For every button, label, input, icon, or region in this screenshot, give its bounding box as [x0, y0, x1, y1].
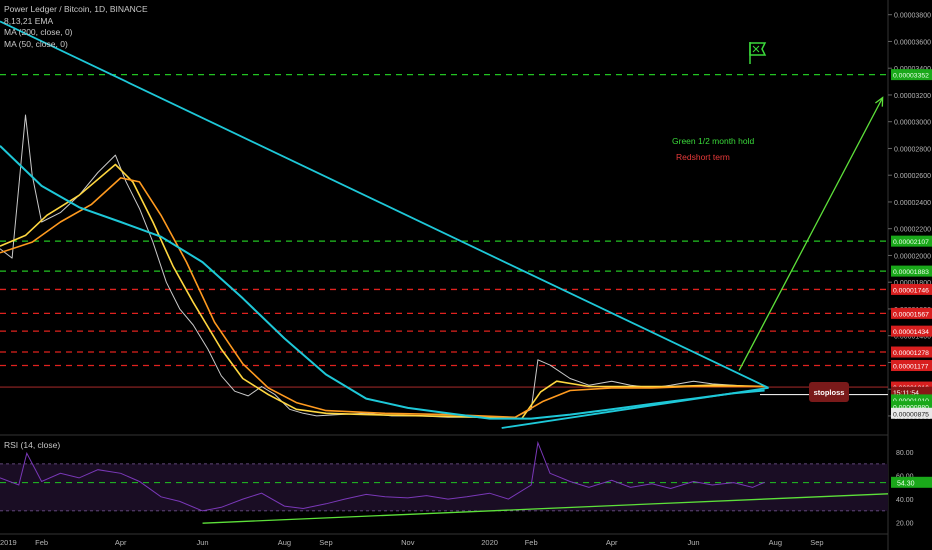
price-tick-label: 0.00002000: [894, 253, 931, 260]
ema-line: [0, 177, 765, 419]
time-tick-label: Nov: [401, 538, 415, 547]
red-level-tag: 0.00001434: [891, 325, 932, 337]
price-tick-label: 0.00002800: [894, 146, 931, 153]
flag-pattern: [752, 45, 760, 53]
red-level-tag-text: 0.00001434: [893, 329, 929, 336]
red-level-tag-text: 0.00001177: [893, 364, 929, 371]
rsi-tick-label: 80.00: [896, 450, 914, 457]
time-tick-label: Sep: [810, 538, 823, 547]
overlay-layer: Green 1/2 month hold Redshort term stoplos…: [0, 20, 884, 429]
time-tick-label: Sep: [319, 538, 332, 547]
red-level-tag: 0.00001278: [891, 346, 932, 358]
rsi-value-tag: 54.30: [891, 476, 932, 488]
chart-svg[interactable]: Green 1/2 month hold Redshort term stoplos…: [0, 0, 932, 550]
stoploss-label: stoploss: [809, 382, 849, 402]
stoploss-value-tag: 0.00000875: [891, 407, 932, 419]
price-axis: 0.000038000.000036000.000034000.00003200…: [888, 13, 932, 421]
descending-trendline: [0, 20, 770, 389]
green-level-tag-text: 0.00003352: [893, 73, 929, 80]
price-line: [0, 114, 765, 420]
time-tick-label: Feb: [525, 538, 538, 547]
chart-window: Green 1/2 month hold Redshort term stoplos…: [0, 0, 932, 550]
green-hold-note: Green 1/2 month hold: [672, 136, 754, 146]
rsi-band: [0, 463, 888, 511]
stoploss-label-text: stoploss: [814, 388, 845, 397]
time-axis: 2019 Feb Apr Jun Aug Sep Nov 2020 Feb Apr Jun Aug Se…: [0, 538, 824, 547]
rsi-title[interactable]: RSI (14, close): [4, 440, 60, 450]
red-level-tag-text: 0.00001567: [893, 311, 929, 318]
red-short-note: Redshort term: [676, 152, 730, 162]
time-tick-label: Jun: [687, 538, 699, 547]
time-tick-label: Jun: [197, 538, 209, 547]
green-level-tag-text: 0.00002107: [893, 239, 929, 246]
price-tick-label: 0.00002400: [894, 200, 931, 207]
symbol-title[interactable]: Power Ledger / Bitcoin, 1D, BINANCE: [4, 4, 148, 16]
ma-line: [0, 145, 765, 420]
red-level-tag-text: 0.00001746: [893, 287, 929, 294]
flag-cloth: [749, 42, 767, 56]
flag-icon: [749, 42, 767, 64]
price-tick-label: 0.00003000: [894, 120, 931, 127]
price-tick-label: 0.00002200: [894, 227, 931, 234]
red-level-tag-text: 0.00001278: [893, 350, 929, 357]
ma50-indicator-label[interactable]: MA (50, close, 0): [4, 39, 148, 51]
price-tick-label: 0.00003800: [894, 13, 931, 20]
green-level-tag-text: 0.00001883: [893, 269, 929, 276]
red-level-tag: 0.00001746: [891, 283, 932, 295]
time-tick-label: Aug: [769, 538, 782, 547]
rsi-value-tag-text: 54.30: [897, 480, 915, 487]
time-tick-label: Feb: [35, 538, 48, 547]
time-tick-label: Apr: [115, 538, 127, 547]
ascending-trendline: [501, 386, 769, 429]
price-tick-label: 0.00002600: [894, 173, 931, 180]
rsi-tick-label: 40.00: [896, 497, 914, 504]
time-tick-label: 2020: [481, 538, 498, 547]
level-lines: [0, 73, 888, 396]
time-tick-label: Apr: [606, 538, 618, 547]
chart-legend: Power Ledger / Bitcoin, 1D, BINANCE 8,13…: [4, 4, 148, 50]
time-tick-label: Aug: [278, 538, 291, 547]
green-level-tag: 0.00002107: [891, 235, 932, 247]
rsi-tick-label: 20.00: [896, 521, 914, 528]
target-arrow-line: [738, 97, 884, 371]
ma200-indicator-label[interactable]: MA (200, close, 0): [4, 27, 148, 39]
series-layer: [0, 114, 765, 420]
price-tick-label: 0.00003600: [894, 39, 931, 46]
stoploss-value-tag-text: 0.00000875: [893, 411, 929, 418]
ema-line: [0, 163, 765, 420]
rsi-pane: 80.0060.0040.0020.0054.30: [0, 440, 932, 528]
green-level-tag: 0.00001883: [891, 265, 932, 277]
red-level-tag: 0.00001177: [891, 360, 932, 372]
time-tick-label: 2019: [0, 538, 17, 547]
ema-indicator-label[interactable]: 8,13,21 EMA: [4, 16, 148, 28]
price-tick-label: 0.00003200: [894, 93, 931, 100]
red-level-tag: 0.00001567: [891, 307, 932, 319]
green-level-tag: 0.00003352: [891, 69, 932, 81]
